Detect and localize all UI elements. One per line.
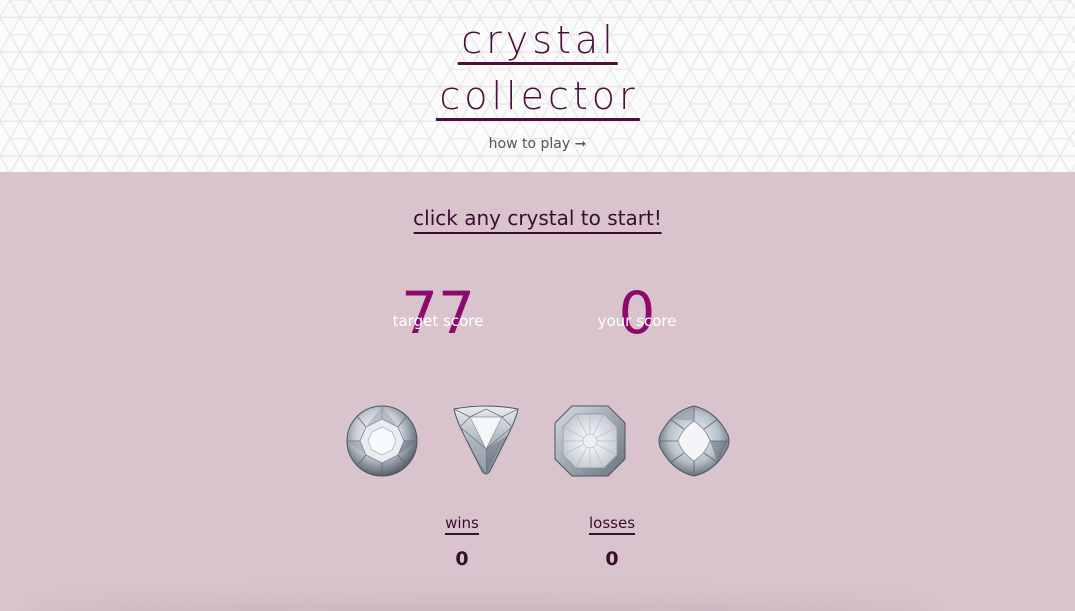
crystal-round-button[interactable]	[346, 405, 418, 477]
title-line-collector: collector	[435, 74, 640, 121]
your-score-label: your score	[597, 312, 677, 330]
losses-value: 0	[605, 548, 619, 570]
wins-value: 0	[455, 548, 469, 570]
start-message[interactable]: click any crystal to start!	[413, 205, 662, 234]
target-score: 77 target score	[358, 278, 518, 348]
triangle-crystal-icon	[453, 405, 519, 475]
your-score: 0 your score	[557, 278, 717, 348]
octagon-crystal-icon	[554, 405, 626, 477]
crystal-oval-button[interactable]	[658, 405, 730, 477]
losses-label: losses	[588, 513, 636, 535]
round-crystal-icon	[346, 405, 418, 477]
losses-counter: losses 0	[562, 513, 662, 571]
wins-label: wins	[445, 513, 479, 535]
header: crystal collector how to play ➞	[0, 0, 1075, 172]
bottom-shadow	[30, 599, 935, 611]
target-score-label: target score	[392, 312, 484, 330]
game-area: click any crystal to start! 77 target sc…	[0, 172, 1075, 611]
wins-counter: wins 0	[412, 513, 512, 571]
title-line-crystal: crystal	[457, 18, 618, 65]
crystal-octagon-button[interactable]	[554, 405, 626, 477]
oval-crystal-icon	[658, 405, 730, 477]
crystal-triangle-button[interactable]	[450, 405, 522, 477]
how-to-play-link[interactable]: how to play ➞	[0, 134, 1075, 154]
